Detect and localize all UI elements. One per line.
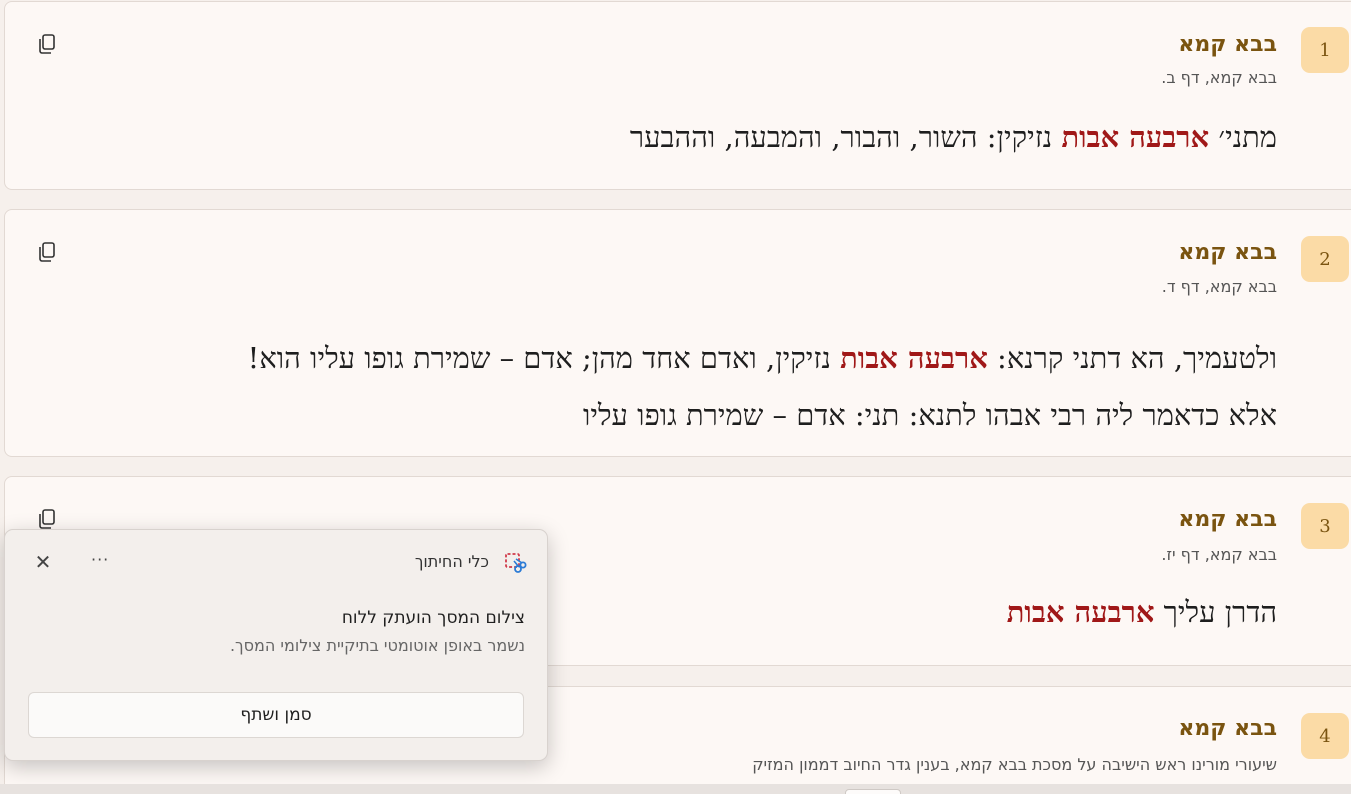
text-segment: מתני׳ — [1209, 120, 1277, 154]
text-segment: נזיקין, ואדם אחד מהן; אדם – שמירת גופו ע… — [247, 341, 841, 375]
text-segment: נזיקין: השור, והבור, והמבעה, וההבער — [629, 120, 1062, 154]
result-card[interactable]: 1 בבא קמא בבא קמא, דף ב. מתני׳ ארבעה אבו… — [4, 1, 1351, 190]
result-source: שיעורי מורינו ראש הישיבה על מסכת בבא קמא… — [752, 755, 1277, 774]
more-icon[interactable]: ··· — [91, 550, 109, 569]
taskbar-item[interactable] — [845, 789, 901, 794]
result-text-line: מתני׳ ארבעה אבות נזיקין: השור, והבור, וה… — [630, 120, 1277, 155]
result-text-line: אלא כדאמר ליה רבי אבהו לתנא: תני: אדם – … — [248, 387, 1277, 444]
result-number-badge: 1 — [1301, 27, 1349, 73]
result-number-badge: 3 — [1301, 503, 1349, 549]
notification-heading: צילום המסך הועתק ללוח — [341, 608, 525, 628]
result-text: מתני׳ ארבעה אבות נזיקין: השור, והבור, וה… — [630, 120, 1277, 155]
text-segment: הדרן עליך — [1154, 595, 1277, 629]
result-text: הדרן עליך ארבעה אבות — [1007, 595, 1277, 630]
result-text-line: ולטעמיך, הא דתני קרנא: ארבעה אבות נזיקין… — [248, 330, 1277, 387]
result-title[interactable]: בבא קמא — [1178, 507, 1277, 532]
notification-body: נשמר באופן אוטומטי בתיקיית צילומי המסך. — [229, 636, 525, 655]
result-title[interactable]: בבא קמא — [1178, 240, 1277, 265]
result-number-badge: 2 — [1301, 236, 1349, 282]
result-title[interactable]: בבא קמא — [1178, 716, 1277, 741]
close-icon[interactable]: ✕ — [33, 552, 53, 572]
result-source: בבא קמא, דף יז. — [1161, 545, 1277, 564]
notification-app-name: כלי החיתוך — [414, 552, 489, 571]
text-segment: ולטעמיך, הא דתני קרנא: — [987, 341, 1277, 375]
copy-icon[interactable] — [37, 508, 57, 530]
highlighted-term: ארבעה אבות — [1006, 595, 1155, 629]
result-title[interactable]: בבא קמא — [1178, 32, 1277, 57]
copy-icon[interactable] — [37, 241, 57, 263]
taskbar-edge — [0, 784, 1351, 794]
result-source: בבא קמא, דף ב. — [1161, 68, 1277, 87]
search-results-view: 1 בבא קמא בבא קמא, דף ב. מתני׳ ארבעה אבו… — [0, 0, 1351, 794]
text-segment: אלא כדאמר ליה רבי אבהו לתנא: תני: אדם – … — [582, 398, 1277, 432]
snipping-tool-icon — [505, 553, 527, 573]
highlighted-term: ארבעה אבות — [1061, 120, 1210, 154]
result-text: ולטעמיך, הא דתני קרנא: ארבעה אבות נזיקין… — [248, 330, 1277, 444]
result-text-line: הדרן עליך ארבעה אבות — [1007, 595, 1277, 630]
mark-and-share-button[interactable]: סמן ושתף — [28, 692, 524, 738]
result-number-badge: 4 — [1301, 713, 1349, 759]
snipping-tool-notification[interactable]: כלי החיתוך ··· ✕ צילום המסך הועתק ללוח נ… — [4, 529, 548, 761]
result-card[interactable]: 2 בבא קמא בבא קמא, דף ד. ולטעמיך, הא דתנ… — [4, 209, 1351, 457]
copy-icon[interactable] — [37, 33, 57, 55]
result-source: בבא קמא, דף ד. — [1161, 277, 1277, 296]
highlighted-term: ארבעה אבות — [840, 341, 988, 375]
